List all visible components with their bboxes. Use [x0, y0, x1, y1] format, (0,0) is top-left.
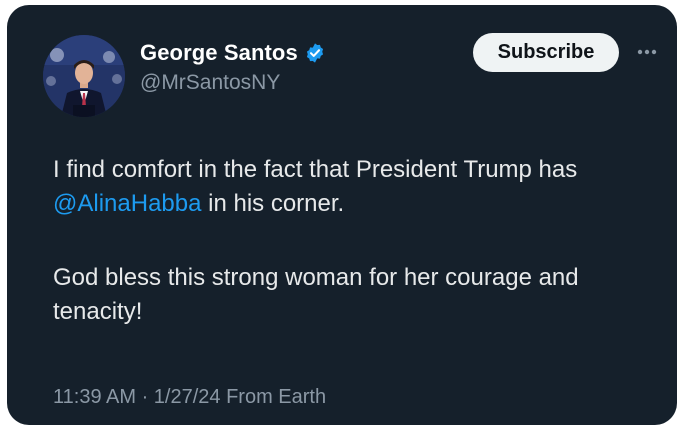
tweet-text-before-mention: I find comfort in the fact that Presiden… [53, 156, 578, 183]
author-handle[interactable]: @MrSantosNY [140, 71, 280, 95]
subscribe-button[interactable]: Subscribe [473, 33, 619, 72]
tweet-paragraph-2: God bless this strong woman for her cour… [53, 264, 579, 325]
mention-link[interactable]: @AlinaHabba [53, 190, 201, 217]
verified-badge-icon [304, 42, 326, 64]
tweet-card: George Santos @MrSantosNY Subscribe I fi… [7, 5, 677, 425]
tweet-timestamp[interactable]: 11:39 AM · 1/27/24 From Earth [53, 386, 326, 409]
tweet-paragraph-1: I find comfort in the fact that Presiden… [53, 153, 653, 221]
more-horizontal-icon[interactable] [632, 40, 662, 64]
tweet-text-after-mention: in his corner. [201, 190, 345, 217]
author-name-row: George Santos [140, 40, 326, 66]
avatar[interactable] [43, 35, 125, 117]
avatar-photo [43, 35, 125, 117]
author-display-name[interactable]: George Santos [140, 40, 298, 66]
tweet-body: I find comfort in the fact that Presiden… [53, 153, 653, 329]
